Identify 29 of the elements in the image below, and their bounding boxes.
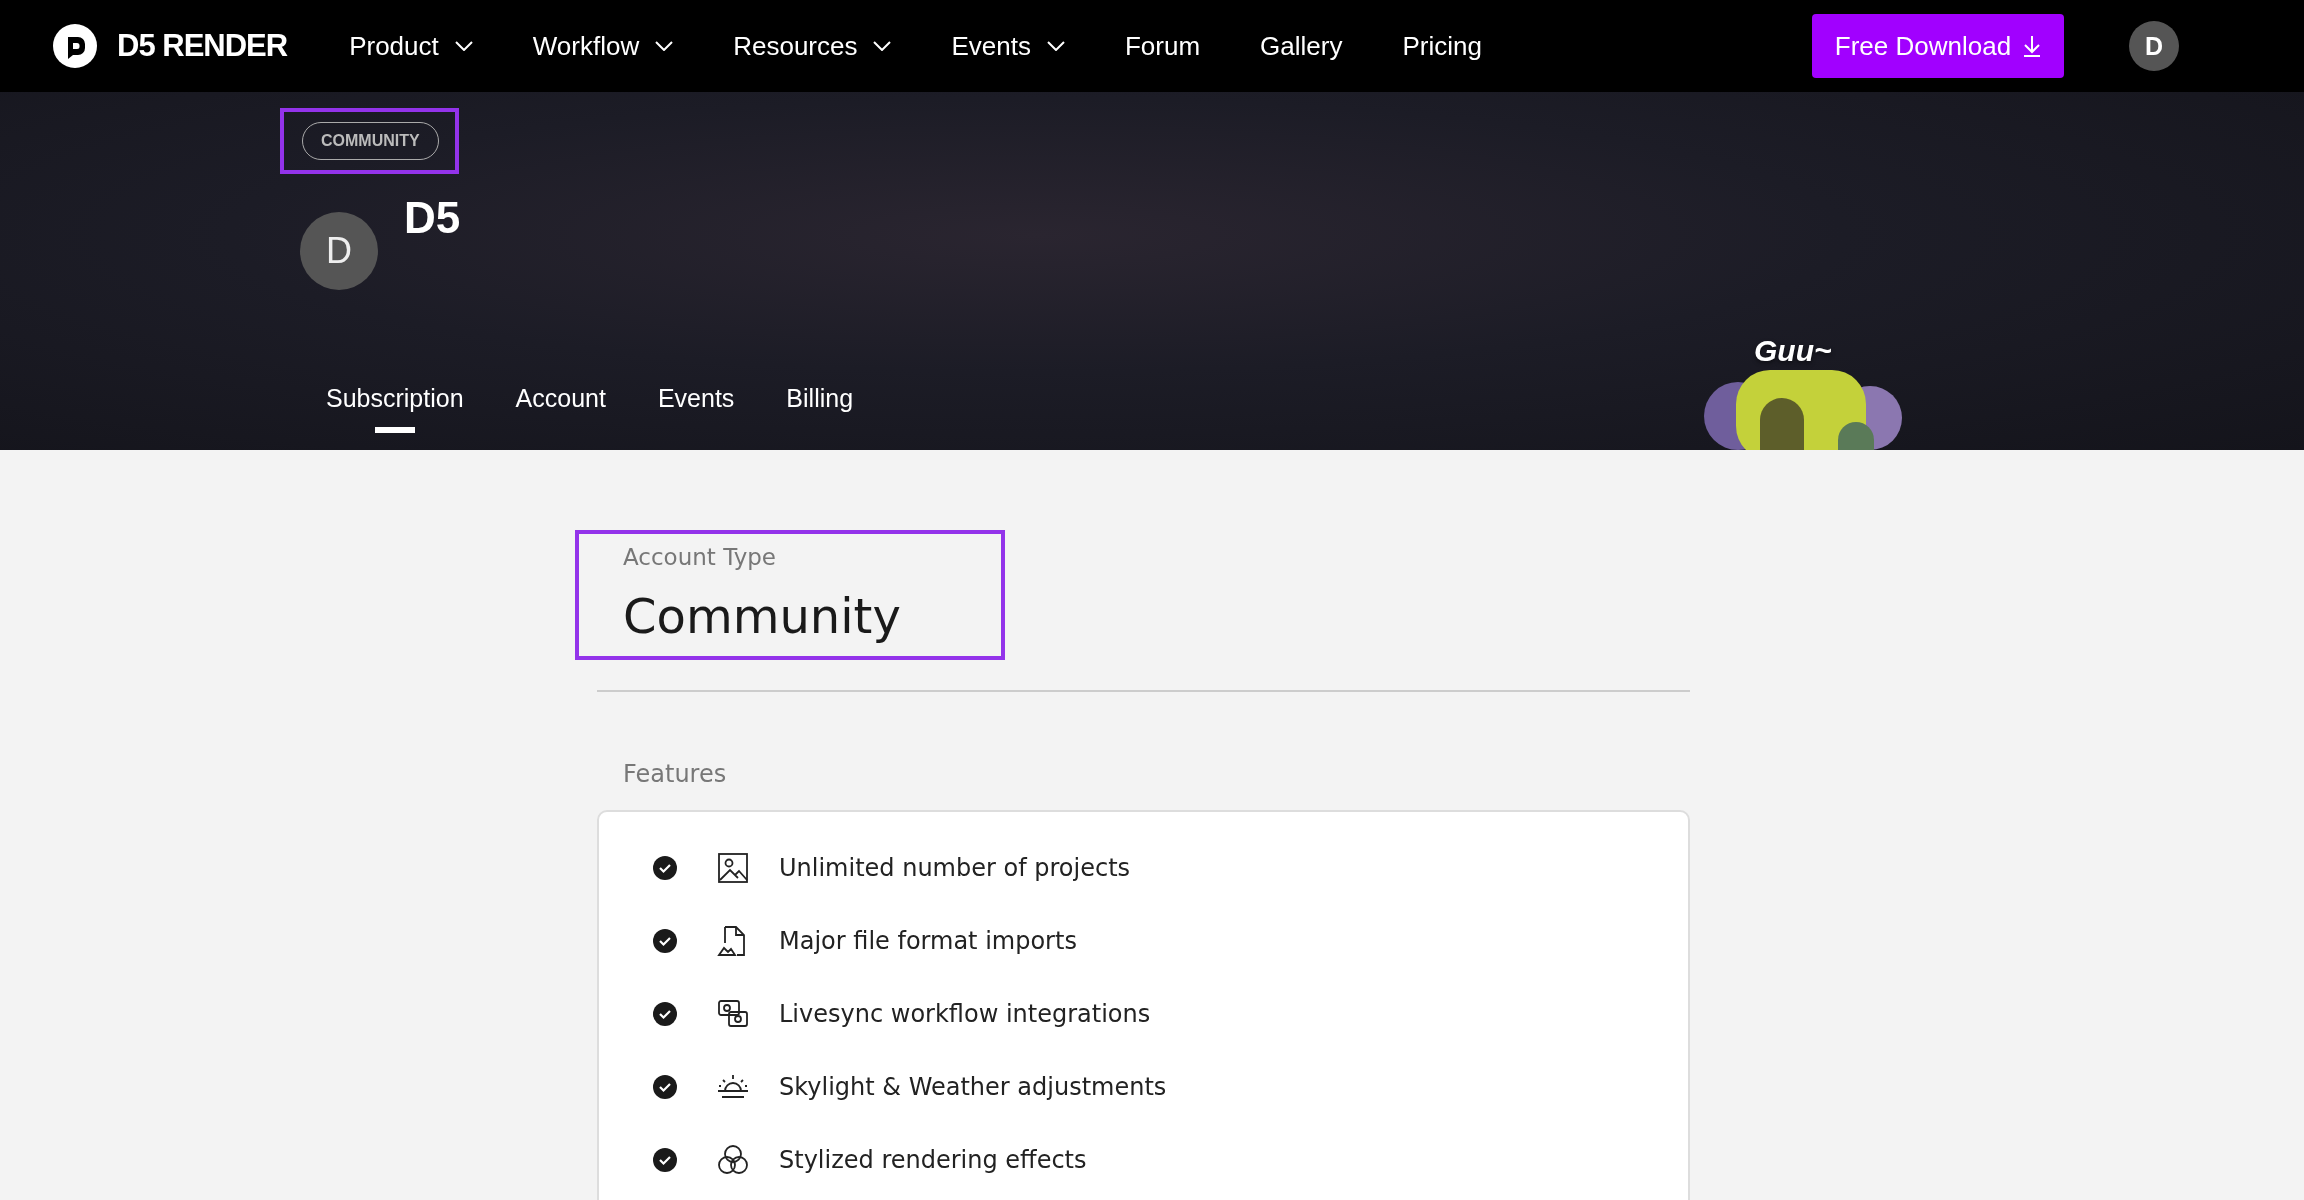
user-avatar[interactable]: D xyxy=(2128,21,2179,71)
image-icon xyxy=(717,852,749,884)
overlapping-circles-icon xyxy=(717,1144,749,1176)
feature-text: Stylized rendering effects xyxy=(779,1146,1087,1174)
nav-link[interactable]: Product xyxy=(349,30,473,62)
mascot-caption: Guu~ xyxy=(1754,334,1832,368)
account-type-label: Account Type xyxy=(623,544,777,570)
profile-name: D5 xyxy=(404,196,461,244)
profile-tab[interactable]: Billing xyxy=(786,384,854,433)
feature-text: Major file format imports xyxy=(779,927,1077,955)
feature-text: Skylight & Weather adjustments xyxy=(779,1073,1167,1101)
download-icon xyxy=(2023,35,2042,57)
profile-avatar: D xyxy=(300,212,378,290)
free-download-button[interactable]: Free Download xyxy=(1811,14,2064,78)
nav-link[interactable]: Gallery xyxy=(1260,30,1343,62)
logo-text[interactable]: D5 RENDER xyxy=(117,28,288,64)
feature-text: Livesync workflow integrations xyxy=(779,1000,1151,1028)
linked-windows-icon xyxy=(717,998,749,1030)
nav-link[interactable]: Forum xyxy=(1125,30,1201,62)
nav-link[interactable]: Pricing xyxy=(1402,30,1482,62)
logo-icon xyxy=(53,24,97,68)
nav-link[interactable]: Workflow xyxy=(532,30,674,62)
nav-link[interactable]: Events xyxy=(951,30,1065,62)
profile-tab[interactable]: Account xyxy=(515,384,606,433)
account-type-value: Community xyxy=(623,588,901,644)
feature-text: Unlimited number of projects xyxy=(779,854,1131,882)
profile-tab[interactable]: Events xyxy=(657,384,735,433)
nav-link[interactable]: Resources xyxy=(733,30,892,62)
features-heading: Features xyxy=(623,760,728,788)
